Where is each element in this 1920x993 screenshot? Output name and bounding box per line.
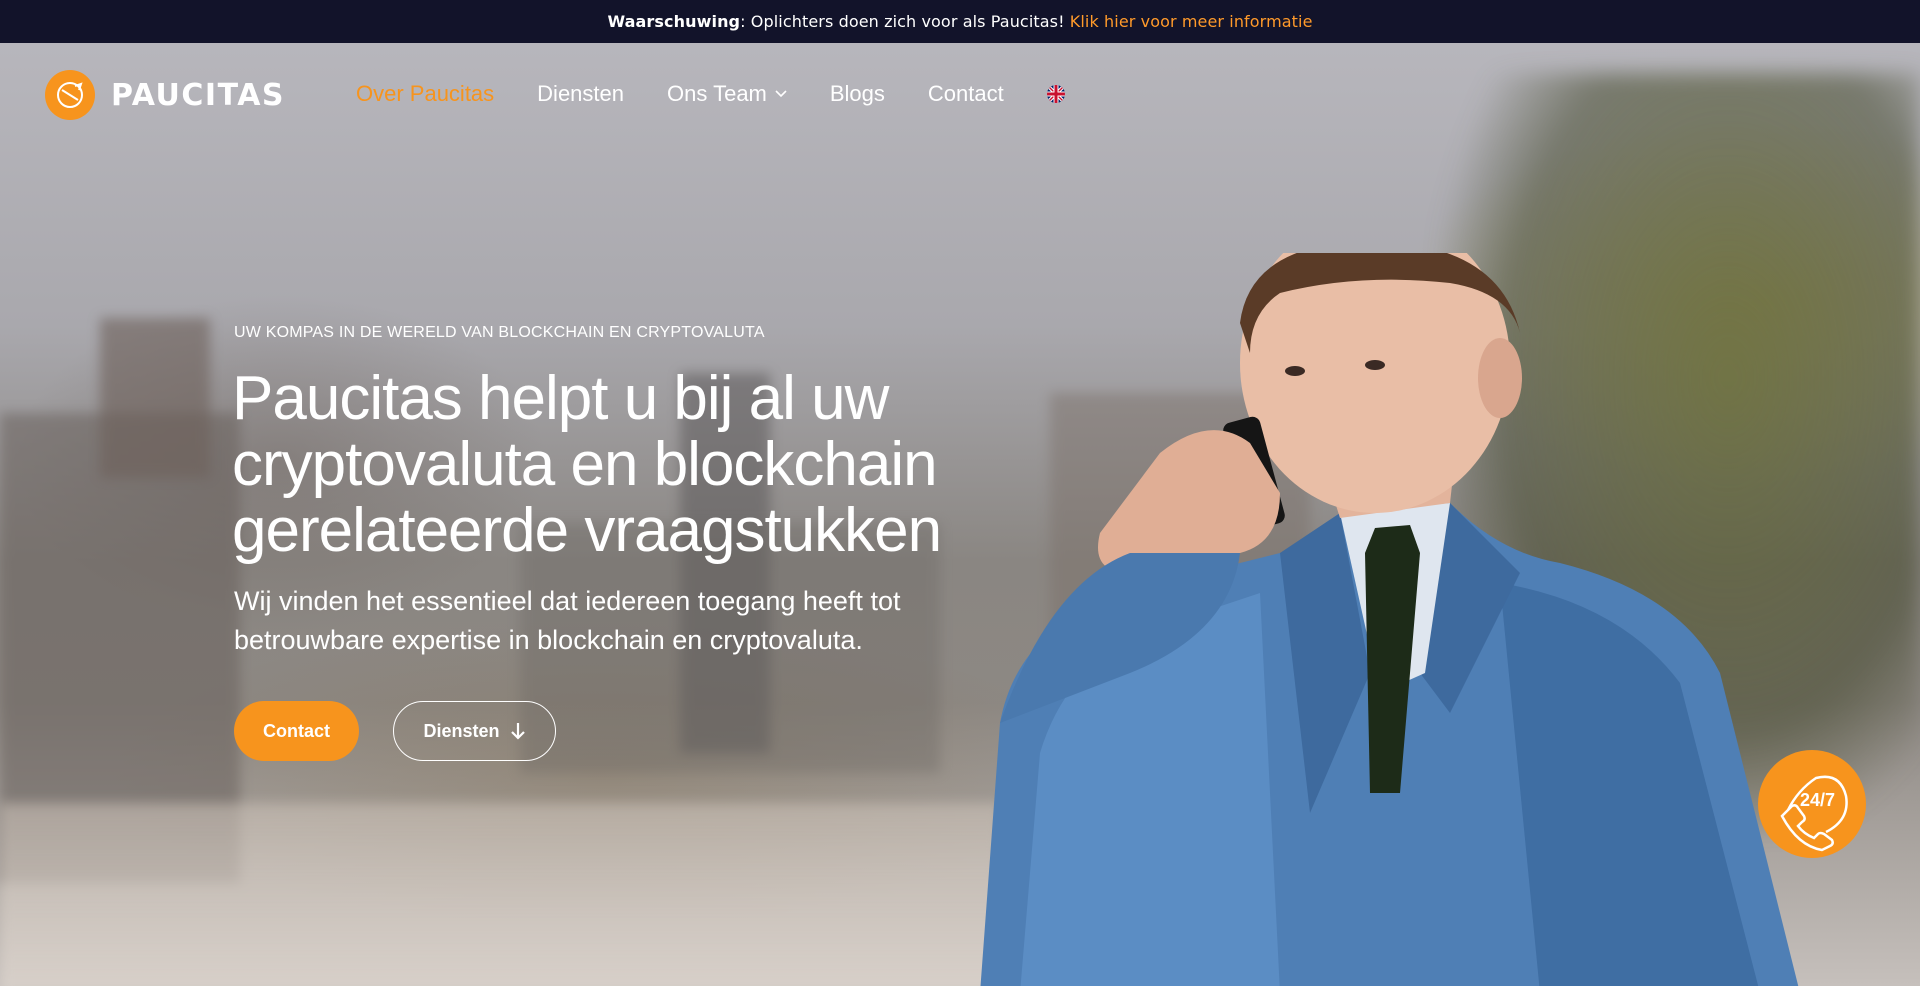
diensten-button-label: Diensten — [423, 720, 500, 741]
main-nav: Over Paucitas Diensten Ons Team Blogs Co… — [356, 81, 1065, 107]
contact-button[interactable]: Contact — [234, 701, 359, 761]
uk-flag-icon[interactable] — [1046, 85, 1065, 103]
compass-logo-icon — [45, 70, 95, 120]
support-24-7-button[interactable]: 24/7 — [1758, 750, 1866, 858]
logo[interactable]: PAUCITAS — [45, 70, 285, 120]
arrow-down-icon — [510, 722, 526, 740]
warning-title: Waarschuwing — [607, 12, 741, 31]
chevron-down-icon — [775, 90, 787, 98]
warning-text: : Oplichters doen zich voor als Paucitas… — [740, 12, 1070, 31]
site-header: PAUCITAS Over Paucitas Diensten Ons Team… — [0, 43, 1920, 148]
nav-item-contact[interactable]: Contact — [928, 81, 1004, 107]
hero-headline: Paucitas helpt u bij al uw cryptovaluta … — [232, 364, 942, 565]
nav-item-over-paucitas[interactable]: Over Paucitas — [356, 81, 494, 107]
hero-person-image — [980, 253, 1799, 986]
diensten-button[interactable]: Diensten — [393, 701, 556, 761]
nav-item-ons-team[interactable]: Ons Team — [667, 81, 787, 107]
support-label: 24/7 — [1800, 790, 1836, 810]
nav-item-blogs[interactable]: Blogs — [830, 81, 885, 107]
hero-eyebrow: UW KOMPAS IN DE WERELD VAN BLOCKCHAIN EN… — [234, 324, 765, 341]
nav-item-ons-team-label: Ons Team — [667, 81, 767, 106]
warning-bar: Waarschuwing : Oplichters doen zich voor… — [0, 0, 1920, 43]
logo-text: PAUCITAS — [111, 77, 286, 113]
hero-subtext: Wij vinden het essentieel dat iedereen t… — [234, 586, 901, 655]
warning-info-link[interactable]: Klik hier voor meer informatie — [1070, 12, 1313, 31]
nav-item-diensten[interactable]: Diensten — [537, 81, 624, 107]
